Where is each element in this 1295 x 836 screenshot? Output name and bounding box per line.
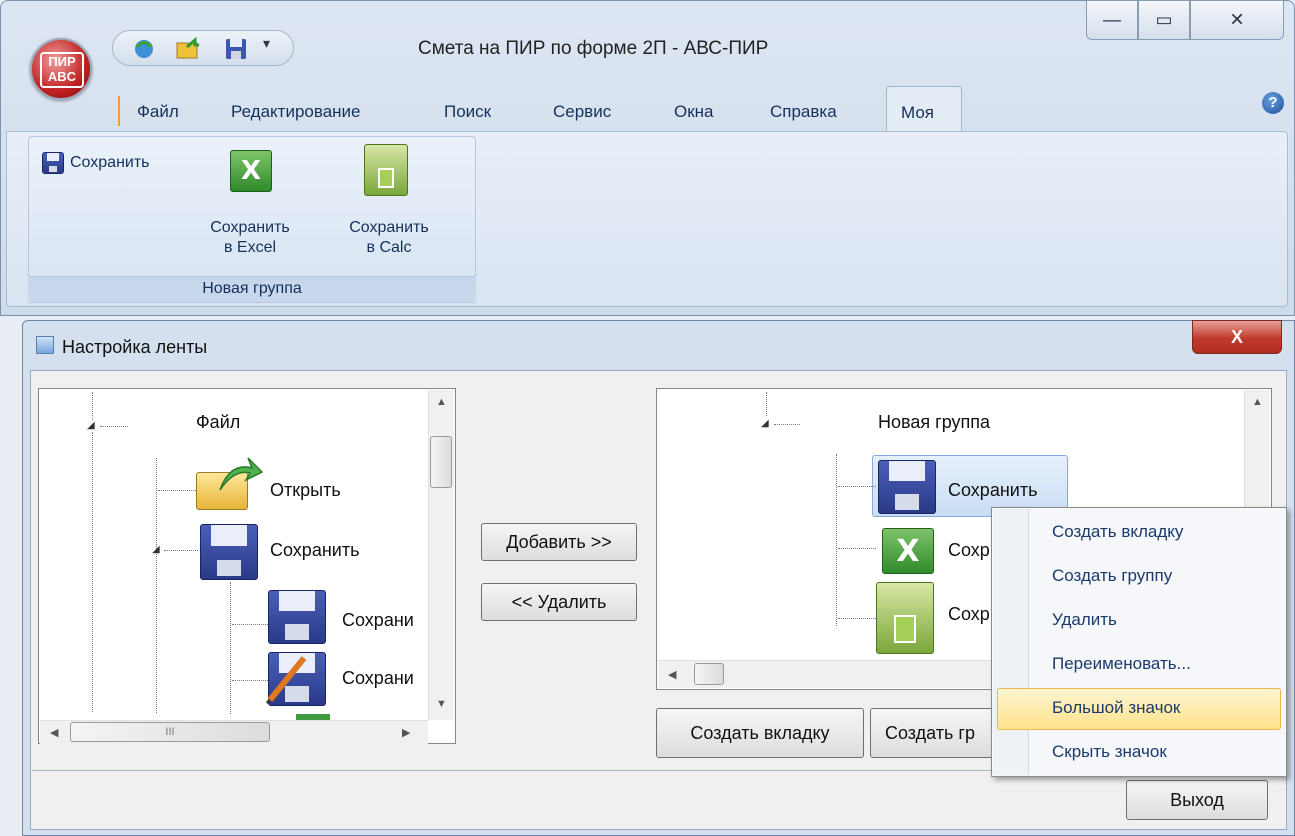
dialog-title: Настройка ленты <box>62 337 208 357</box>
tree-line <box>230 582 231 714</box>
add-button[interactable]: Добавить >> <box>481 523 637 561</box>
tab-edit[interactable]: Редактирование <box>231 102 361 122</box>
ctx-rename[interactable]: Переименовать... <box>1052 654 1191 674</box>
tree-line <box>766 392 767 416</box>
save-calc-label-1: Сохранить <box>349 219 429 236</box>
tree-line <box>92 432 93 712</box>
refresh-icon[interactable] <box>131 37 157 61</box>
ctx-hide-icon[interactable]: Скрыть значок <box>1052 742 1167 762</box>
ctx-delete[interactable]: Удалить <box>1052 610 1117 630</box>
tree-line <box>232 624 268 625</box>
save-icon <box>268 590 326 644</box>
tab-separator <box>118 96 120 126</box>
scroll-left-icon[interactable]: ◀ <box>50 726 58 739</box>
right-tree-item-save[interactable]: Сохранить <box>948 480 1037 501</box>
ribbon-save-label: Сохранить <box>70 154 150 171</box>
context-menu <box>991 507 1287 777</box>
quick-access-toolbar: ▾ <box>112 30 294 66</box>
maximize-button[interactable]: ▭ <box>1138 0 1190 40</box>
ctx-large-icon[interactable]: Большой значок <box>1052 698 1180 718</box>
exit-button[interactable]: Выход <box>1126 780 1268 820</box>
scroll-left-icon[interactable]: ◀ <box>668 668 676 681</box>
tree-line <box>232 680 268 681</box>
close-icon: ✕ <box>1229 9 1245 30</box>
tree-line <box>838 548 876 549</box>
excel-icon: X <box>882 528 934 574</box>
window-title: Смета на ПИР по форме 2П - АВС-ПИР <box>418 38 769 59</box>
calc-icon <box>364 144 408 196</box>
expand-arrow-icon[interactable]: ◢ <box>761 418 769 429</box>
tree-line <box>838 618 876 619</box>
save-icon <box>200 524 258 580</box>
calc-icon <box>876 582 934 654</box>
expand-arrow-icon[interactable]: ◢ <box>87 420 95 431</box>
tree-line <box>156 458 157 713</box>
dialog-icon <box>36 336 54 354</box>
tab-search[interactable]: Поиск <box>444 102 491 122</box>
ribbon-group-label: Новая группа <box>28 276 476 302</box>
customize-qat-icon[interactable]: ▾ <box>263 35 289 59</box>
open-arrow-icon <box>219 457 264 491</box>
left-tree-item-save[interactable]: Сохранить <box>270 540 359 561</box>
ribbon-save-button[interactable]: Сохранить <box>42 148 212 178</box>
expand-arrow-icon[interactable]: ◢ <box>152 544 160 555</box>
create-group-button[interactable]: Создать гр <box>870 708 1000 758</box>
scroll-up-icon[interactable]: ▲ <box>436 396 447 408</box>
minimize-icon: — <box>1103 9 1121 30</box>
context-menu-gutter <box>993 509 1029 775</box>
left-tree-item-open[interactable]: Открыть <box>270 480 341 501</box>
ctx-create-tab[interactable]: Создать вкладку <box>1052 522 1183 542</box>
excel-icon: X <box>230 150 272 192</box>
pencil-icon <box>265 656 307 704</box>
maximize-icon: ▭ <box>1155 9 1173 30</box>
left-tree-item-save-sub1[interactable]: Сохрани <box>342 610 414 631</box>
remove-button[interactable]: << Удалить <box>481 583 637 621</box>
tree-line <box>838 486 876 487</box>
scroll-right-icon[interactable]: ▶ <box>402 726 410 739</box>
app-menu-button[interactable]: ПИР ABC <box>30 38 92 100</box>
save-calc-label-2: в Calc <box>366 239 412 256</box>
tree-line <box>92 392 93 420</box>
left-tree-root[interactable]: Файл <box>196 412 240 433</box>
ctx-create-group[interactable]: Создать группу <box>1052 566 1172 586</box>
tab-my-label: Моя <box>901 103 935 122</box>
left-tree-item-save-sub2[interactable]: Сохрани <box>342 668 414 689</box>
left-vertical-scroll-thumb[interactable] <box>430 436 452 488</box>
tree-line <box>164 550 198 551</box>
save-excel-label-1: Сохранить <box>210 219 290 236</box>
tab-service[interactable]: Сервис <box>553 102 611 122</box>
right-tree-item-excel[interactable]: Сохр <box>948 540 990 561</box>
right-horizontal-scroll-thumb[interactable] <box>694 663 724 685</box>
scroll-down-icon[interactable]: ▼ <box>436 698 447 710</box>
help-icon[interactable]: ? <box>1262 92 1284 114</box>
minimize-button[interactable]: — <box>1086 0 1138 40</box>
dialog-close-button[interactable]: X <box>1192 320 1282 354</box>
ribbon-save-excel-button[interactable]: X Сохранить в Excel <box>206 150 294 274</box>
tree-line <box>774 424 800 425</box>
tab-my[interactable]: Моя <box>886 86 962 132</box>
right-tree-root[interactable]: Новая группа <box>878 412 990 433</box>
open-icon[interactable] <box>175 36 201 61</box>
tree-line <box>100 426 128 427</box>
tab-windows[interactable]: Окна <box>674 102 714 122</box>
ribbon-save-calc-button[interactable]: Сохранить в Calc <box>344 144 434 274</box>
create-tab-button[interactable]: Создать вкладку <box>656 708 864 758</box>
save-excel-label-2: в Excel <box>223 239 277 256</box>
tree-line <box>836 454 837 626</box>
tab-help[interactable]: Справка <box>770 102 837 122</box>
save-icon[interactable] <box>223 37 249 61</box>
save-icon <box>878 460 936 514</box>
app-logo: ПИР ABC <box>40 52 84 88</box>
scroll-up-icon[interactable]: ▲ <box>1252 396 1263 408</box>
right-tree-item-calc[interactable]: Сохр <box>948 604 990 625</box>
close-button[interactable]: ✕ <box>1190 0 1284 40</box>
left-horizontal-scroll-thumb[interactable]: III <box>70 722 270 742</box>
tree-line <box>158 490 198 491</box>
tab-file[interactable]: Файл <box>137 102 179 122</box>
save-icon <box>42 152 64 174</box>
